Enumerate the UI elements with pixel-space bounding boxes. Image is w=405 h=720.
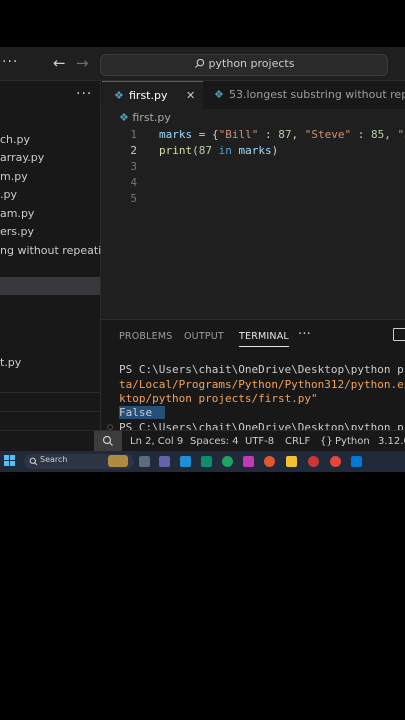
teams-icon[interactable] (159, 456, 170, 467)
line-number: 4 (130, 176, 137, 189)
code-token: in (218, 144, 232, 157)
tab-label: first.py (129, 89, 168, 102)
command-center-label: python projects (208, 57, 295, 70)
app-icon[interactable] (201, 456, 212, 467)
explorer-file-item[interactable]: t.py (0, 356, 21, 369)
code-token: "Bill" (218, 128, 259, 141)
sidebar-divider (0, 392, 100, 393)
explorer-sidebar: ··· ch.py array.py m.py .py am.py ers.py… (0, 81, 112, 430)
braces-icon[interactable]: {} (320, 436, 333, 447)
code-token: "Steve" (304, 128, 352, 141)
python-file-icon: ❖ (214, 88, 224, 101)
terminal-line: PS C:\Users\chait\OneDrive\Desktop\pytho… (119, 363, 405, 376)
status-bar: Ln 2, Col 9 Spaces: 4 UTF-8 CRLF {} Pyth… (0, 430, 405, 452)
search-icon (194, 58, 204, 69)
edge-icon[interactable] (222, 456, 233, 467)
indentation[interactable]: Spaces: 4 (190, 436, 239, 447)
line-number: 5 (130, 192, 137, 205)
tab-longest-substring[interactable]: ❖ 53.longest substring without repeati (205, 81, 405, 109)
explorer-file-item[interactable]: .py (0, 188, 17, 201)
language-mode[interactable]: Python (335, 436, 370, 447)
title-bar: ··· ← → python projects (0, 47, 405, 81)
code-token: marks (238, 144, 272, 157)
terminal-icon[interactable] (393, 328, 405, 341)
code-line-1: marks = {"Bill" : 87, "Steve" : 85, "J (159, 128, 405, 141)
explorer-file-item[interactable]: array.py (0, 151, 44, 164)
windows-start-icon[interactable] (4, 455, 16, 467)
forward-arrow-icon[interactable]: → (76, 54, 89, 72)
explorer-file-item[interactable]: m.py (0, 170, 28, 183)
search-highlight-icon (108, 455, 128, 467)
tab-terminal[interactable]: TERMINAL (239, 331, 289, 347)
code-token: ( (192, 144, 199, 157)
code-token: = { (192, 128, 219, 141)
line-number: 3 (130, 160, 137, 173)
back-arrow-icon[interactable]: ← (53, 54, 66, 72)
explorer-file-item[interactable]: ers.py (0, 225, 34, 238)
code-token: , (384, 128, 398, 141)
code-token: : (258, 128, 279, 141)
terminal-output: False (119, 406, 166, 419)
code-token: 85 (370, 128, 385, 141)
code-token: ) (271, 144, 279, 157)
command-center-search[interactable]: python projects (100, 54, 388, 76)
editor-tab-bar: ❖ first.py ✕ ❖ 53.longest substring with… (101, 81, 405, 110)
tab-problems[interactable]: PROBLEMS (119, 331, 172, 342)
taskbar-search[interactable]: Search (24, 454, 134, 469)
search-icon (29, 457, 38, 466)
vscode-window: ··· ← → python projects ··· ch.py array.… (0, 47, 405, 472)
task-view-icon[interactable] (139, 456, 150, 467)
bottom-panel: PROBLEMS OUTPUT TERMINAL ··· PS C:\Users… (101, 319, 405, 434)
line-number: 1 (130, 128, 137, 141)
terminal-selection: False (119, 406, 153, 419)
code-token: 87 (278, 128, 292, 141)
python-file-icon: ❖ (114, 89, 124, 102)
explorer-more-icon[interactable]: ··· (76, 86, 92, 102)
terminal-line: ktop/python projects/first.py" (119, 392, 318, 405)
line-number: 2 (130, 144, 137, 157)
cursor-position[interactable]: Ln 2, Col 9 (130, 436, 183, 447)
terminal-line: ta/Local/Programs/Python/Python312/pytho… (119, 378, 405, 391)
vscode-icon[interactable] (351, 456, 362, 467)
app-icon[interactable] (243, 456, 254, 467)
search-placeholder: Search (40, 455, 68, 464)
close-icon[interactable]: ✕ (186, 89, 195, 102)
zoom-icon (102, 435, 113, 446)
encoding[interactable]: UTF-8 (245, 436, 274, 447)
tab-label: 53.longest substring without repeati (229, 88, 405, 101)
python-version[interactable]: 3.12.0 (378, 436, 405, 447)
panel-more-icon[interactable]: ··· (298, 327, 311, 342)
tab-first-py[interactable]: ❖ first.py ✕ (102, 81, 203, 110)
firefox-icon[interactable] (264, 456, 275, 467)
chrome-icon[interactable] (330, 456, 341, 467)
app-icon[interactable] (180, 456, 191, 467)
python-file-icon: ❖ (119, 111, 129, 124)
zoom-indicator[interactable] (94, 431, 122, 452)
windows-taskbar: Search (0, 451, 405, 472)
explorer-file-item[interactable]: am.py (0, 207, 34, 220)
breadcrumb-file: first.py (132, 111, 171, 124)
line-ending[interactable]: CRLF (285, 436, 310, 447)
breadcrumb[interactable]: ❖ first.py (119, 111, 171, 124)
more-icon[interactable]: ··· (2, 54, 18, 70)
tab-output[interactable]: OUTPUT (184, 331, 224, 342)
code-token: 87 (198, 144, 212, 157)
explorer-selected-item[interactable] (0, 277, 100, 295)
code-token: "J (397, 128, 405, 141)
sidebar-divider (0, 411, 100, 412)
code-token: marks (159, 128, 193, 141)
explorer-file-item[interactable]: ch.py (0, 133, 30, 146)
code-token: print (159, 144, 193, 157)
code-token: , (291, 128, 305, 141)
file-explorer-icon[interactable] (286, 456, 297, 467)
code-line-2: print(87 in marks) (159, 144, 278, 157)
explorer-file-item[interactable]: ng without repeati... (0, 244, 112, 257)
app-icon[interactable] (308, 456, 319, 467)
code-token: : (351, 128, 371, 141)
code-editor[interactable]: ❖ first.py 1 2 3 4 5 marks = {"Bill" : 8… (101, 109, 405, 319)
